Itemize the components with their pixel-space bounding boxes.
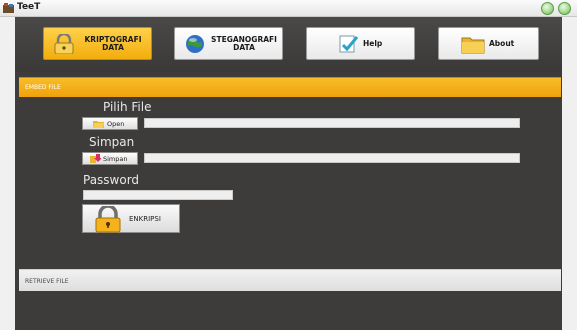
retrieve-file-header[interactable]: RETRIEVE FILE — [19, 269, 561, 291]
open-button[interactable]: Open — [82, 117, 138, 130]
app-window: TeeT KRIPTOGRAFI DATA STEGANOGRAFI DATA — [0, 0, 577, 330]
simpan-label: Simpan — [89, 135, 135, 149]
help-button[interactable]: Help — [306, 27, 415, 60]
embed-file-header[interactable]: EMBED FILE — [19, 77, 561, 97]
enkripsi-label: ENKRIPSI — [129, 215, 161, 223]
globe-icon — [186, 35, 204, 53]
password-input[interactable] — [83, 190, 233, 200]
lock-icon — [54, 34, 74, 54]
help-label: Help — [363, 39, 383, 48]
kriptografi-button[interactable]: KRIPTOGRAFI DATA — [43, 27, 152, 60]
main-toolbar: KRIPTOGRAFI DATA STEGANOGRAFI DATA Help — [15, 17, 562, 72]
close-button[interactable] — [558, 2, 571, 15]
steganografi-label-line2: DATA — [233, 43, 255, 52]
minimize-button[interactable] — [541, 2, 554, 15]
embed-file-title: EMBED FILE — [25, 84, 61, 91]
pilih-file-label: Pilih File — [103, 100, 152, 114]
open-button-label: Open — [107, 119, 125, 128]
title-bar[interactable]: TeeT — [0, 0, 577, 17]
open-folder-icon — [93, 120, 104, 128]
help-check-icon — [339, 35, 359, 53]
kriptografi-label-line2: DATA — [102, 43, 124, 52]
about-label: About — [489, 39, 515, 48]
file-path-input[interactable] — [144, 118, 520, 128]
simpan-button[interactable]: Simpan — [82, 152, 138, 165]
simpan-button-label: Simpan — [103, 154, 128, 163]
app-icon — [3, 3, 14, 13]
padlock-icon — [95, 206, 121, 233]
save-path-input[interactable] — [144, 153, 520, 163]
folder-icon — [461, 37, 485, 54]
retrieve-file-title: RETRIEVE FILE — [25, 278, 69, 285]
password-label: Password — [83, 173, 140, 187]
save-icon — [90, 154, 101, 163]
about-button[interactable]: About — [438, 27, 539, 60]
enkripsi-button[interactable]: ENKRIPSI — [82, 204, 180, 233]
steganografi-button[interactable]: STEGANOGRAFI DATA — [174, 27, 283, 60]
window-title: TeeT — [17, 2, 41, 12]
